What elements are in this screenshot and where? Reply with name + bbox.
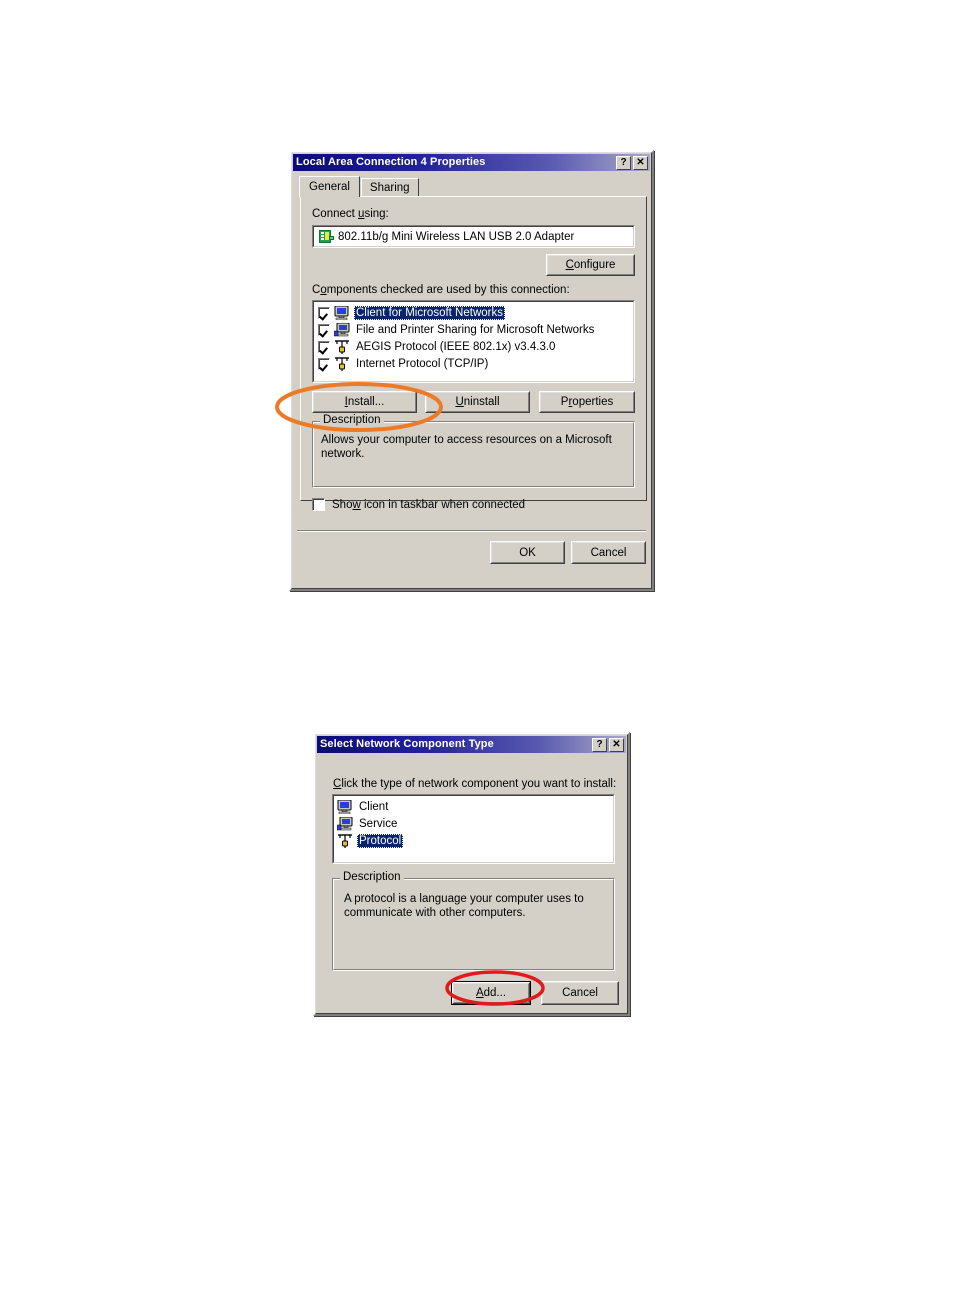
component-type-label: Service (359, 817, 398, 830)
configure-label: Configure (565, 259, 616, 271)
general-tab-page: Connect using: 802.11b/g Mini Wireless L… (300, 196, 647, 511)
component-row[interactable]: Client for Microsoft Networks (314, 304, 633, 321)
connect-using-label: Connect using: (312, 208, 389, 220)
adapter-field-inner: 802.11b/g Mini Wireless LAN USB 2.0 Adap… (313, 226, 634, 247)
component-checkbox[interactable] (318, 306, 330, 319)
help-icon[interactable]: ? (616, 155, 631, 170)
component-type-label: Client (359, 800, 389, 813)
dialog1-tabstrip[interactable]: General Sharing (299, 176, 420, 197)
tab-general[interactable]: General (299, 176, 360, 197)
dialog2-titlebar[interactable]: Select Network Component Type ? ✕ (317, 736, 626, 753)
local-area-connection-properties-dialog[interactable]: Local Area Connection 4 Properties ? ✕ G… (289, 150, 654, 591)
dialog2-titlebar-buttons: ? ✕ (592, 737, 624, 752)
description-group: Description A protocol is a language you… (332, 871, 615, 971)
install-button[interactable]: Install... (312, 391, 417, 413)
close-icon[interactable]: ✕ (633, 155, 648, 170)
tab-sharing[interactable]: Sharing (360, 178, 419, 197)
footer-separator (297, 530, 646, 532)
component-checkbox[interactable] (318, 340, 330, 353)
protocol-plug-icon (335, 356, 349, 371)
protocol-plug-icon (338, 833, 352, 848)
components-listbox[interactable]: Client for Microsoft Networks File and P… (312, 300, 635, 383)
component-label: Internet Protocol (TCP/IP) (356, 357, 489, 370)
install-button-label: Install... (344, 396, 385, 408)
description-text: Allows your computer to access resources… (321, 434, 612, 460)
component-type-label: Protocol (357, 833, 404, 848)
components-label: Components checked are used by this conn… (312, 284, 570, 296)
uninstall-button-label: Uninstall (455, 396, 500, 408)
properties-button-label: Properties (560, 396, 614, 408)
network-adapter-icon (319, 230, 334, 243)
protocol-plug-icon (335, 339, 349, 354)
dialog1-titlebar[interactable]: Local Area Connection 4 Properties ? ✕ (293, 154, 650, 171)
description-group: Description Allows your computer to acce… (312, 414, 635, 488)
show-icon-checkbox-label: Show icon in taskbar when connected (332, 498, 526, 511)
adapter-name: 802.11b/g Mini Wireless LAN USB 2.0 Adap… (338, 230, 575, 243)
component-type-listbox[interactable]: Client Service Protocol (332, 794, 615, 864)
dialog2-title: Select Network Component Type (320, 738, 494, 750)
description-text: A protocol is a language your computer u… (344, 893, 584, 919)
client-monitor-icon (337, 799, 352, 814)
cancel-button-label: Cancel (562, 987, 598, 999)
component-label: Client for Microsoft Networks (354, 305, 505, 320)
show-icon-checkbox-box[interactable] (312, 498, 325, 511)
component-checkbox[interactable] (318, 323, 330, 336)
component-type-prompt: Click the type of network component you … (333, 778, 617, 790)
cancel-button[interactable]: Cancel (571, 541, 646, 564)
adapter-field[interactable]: 802.11b/g Mini Wireless LAN USB 2.0 Adap… (312, 225, 635, 248)
description-group-label: Description (340, 871, 404, 883)
client-monitor-icon (334, 305, 349, 320)
component-row[interactable]: Internet Protocol (TCP/IP) (314, 355, 633, 372)
dialog1-title: Local Area Connection 4 Properties (296, 156, 486, 168)
service-monitor-icon (337, 816, 353, 830)
description-group-label: Description (320, 414, 384, 426)
add-button-label: Add... (475, 987, 507, 999)
ok-button-label: OK (519, 546, 536, 559)
component-checkbox[interactable] (318, 357, 330, 370)
close-icon[interactable]: ✕ (609, 737, 624, 752)
component-row[interactable]: AEGIS Protocol (IEEE 802.1x) v3.4.3.0 (314, 338, 633, 355)
configure-button[interactable]: Configure (546, 254, 635, 276)
show-icon-checkbox[interactable]: Show icon in taskbar when connected (312, 498, 525, 511)
component-type-row[interactable]: Service (334, 815, 613, 832)
add-button[interactable]: Add... (451, 981, 531, 1005)
select-network-component-type-dialog[interactable]: Select Network Component Type ? ✕ Click … (313, 732, 630, 1016)
component-type-row[interactable]: Client (334, 798, 613, 815)
uninstall-button[interactable]: Uninstall (425, 391, 530, 413)
component-type-listbox-inner: Client Service Protocol (333, 795, 614, 863)
cancel-button[interactable]: Cancel (541, 981, 619, 1005)
cancel-button-label: Cancel (590, 546, 627, 559)
component-row[interactable]: File and Printer Sharing for Microsoft N… (314, 321, 633, 338)
properties-button[interactable]: Properties (539, 391, 635, 413)
help-icon[interactable]: ? (592, 737, 607, 752)
components-listbox-inner: Client for Microsoft Networks File and P… (313, 301, 634, 382)
dialog1-titlebar-buttons: ? ✕ (616, 155, 648, 170)
component-label: AEGIS Protocol (IEEE 802.1x) v3.4.3.0 (356, 340, 556, 353)
component-label: File and Printer Sharing for Microsoft N… (356, 323, 595, 336)
file-sharing-icon (334, 322, 350, 336)
ok-button[interactable]: OK (490, 541, 565, 564)
component-type-row[interactable]: Protocol (334, 832, 613, 849)
